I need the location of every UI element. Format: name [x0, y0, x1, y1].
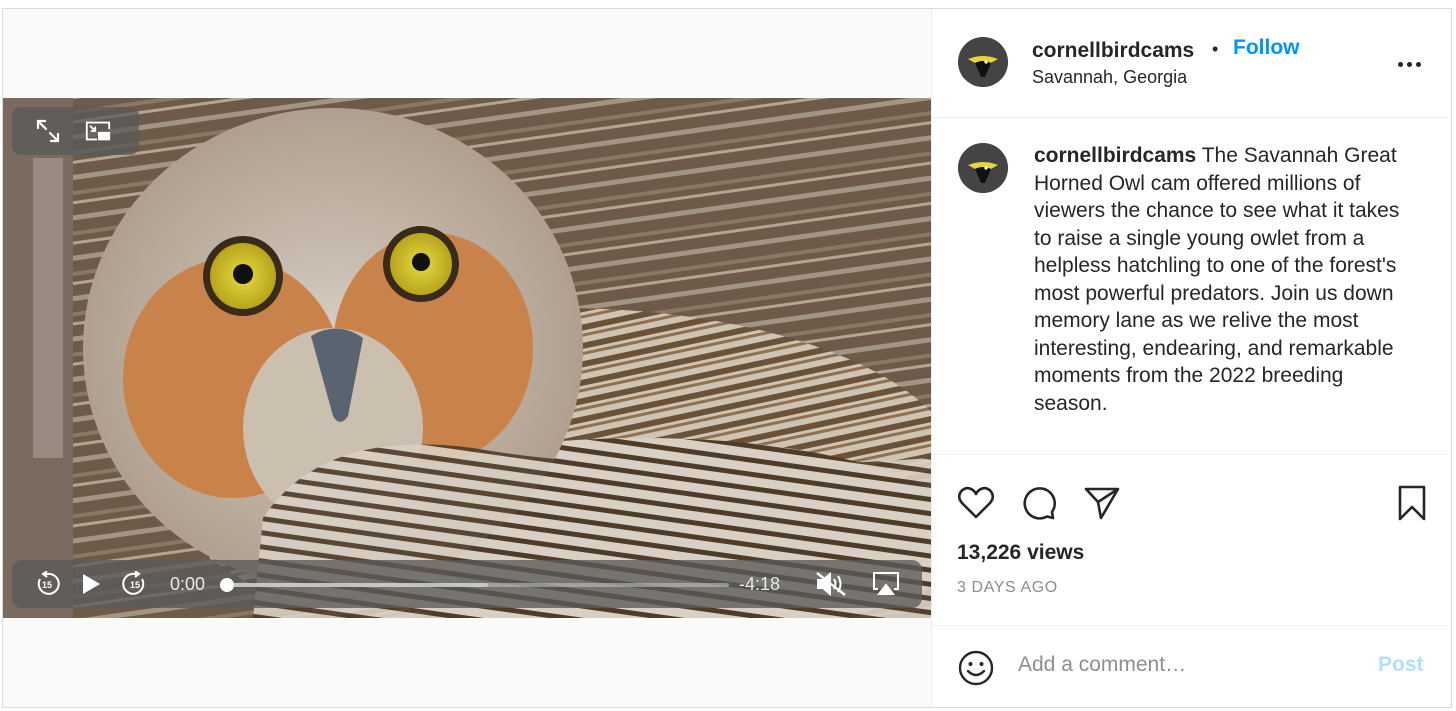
svg-text:15: 15 [130, 580, 140, 590]
airplay-icon[interactable] [872, 570, 900, 598]
instagram-post: 15 15 0:00 -4:18 cornellbirdcams • Follo… [2, 8, 1452, 708]
bookmark-icon[interactable] [1392, 483, 1432, 523]
caption-body: The Savannah Great Horned Owl cam offere… [1034, 144, 1400, 415]
owlet-video-frame [3, 98, 931, 618]
caption-text: cornellbirdcams The Savannah Great Horne… [1034, 142, 1414, 417]
more-options-icon[interactable] [1384, 49, 1434, 79]
location-link[interactable]: Savannah, Georgia [1032, 67, 1187, 88]
caption-avatar[interactable] [958, 143, 1008, 193]
comment-bar: Post [932, 627, 1452, 707]
video-control-bar: 15 15 0:00 -4:18 [12, 560, 922, 608]
caption-username[interactable]: cornellbirdcams [1034, 144, 1196, 167]
svg-text:15: 15 [42, 580, 52, 590]
post-comment-button[interactable]: Post [1378, 653, 1424, 677]
skip-forward-15-icon[interactable]: 15 [121, 570, 149, 598]
cornell-lab-bird-logo-icon [958, 37, 1008, 87]
header-username[interactable]: cornellbirdcams [1032, 39, 1194, 63]
cornell-lab-bird-logo-icon [958, 143, 1008, 193]
actions-section: 13,226 views 3 DAYS AGO [932, 456, 1452, 626]
progress-buffered [227, 583, 489, 587]
current-time: 0:00 [170, 574, 206, 594]
skip-back-15-icon[interactable]: 15 [33, 570, 61, 598]
emoji-smiley-icon[interactable] [958, 650, 994, 686]
progress-scrubber[interactable] [220, 578, 234, 592]
video-top-controls [12, 107, 139, 155]
picture-in-picture-icon[interactable] [84, 117, 112, 145]
comment-bubble-icon[interactable] [1018, 483, 1058, 523]
progress-track[interactable] [227, 583, 729, 587]
media-pane: 15 15 0:00 -4:18 [3, 9, 931, 707]
avatar[interactable] [958, 37, 1008, 87]
share-paper-plane-icon[interactable] [1082, 483, 1122, 523]
comment-input[interactable] [1018, 649, 1348, 681]
post-timestamp[interactable]: 3 DAYS AGO [957, 579, 1058, 597]
dot-separator: • [1212, 39, 1219, 59]
remaining-time: -4:18 [739, 574, 781, 594]
video-player[interactable]: 15 15 0:00 -4:18 [3, 98, 931, 618]
view-count[interactable]: 13,226 views [957, 541, 1084, 565]
muted-speaker-icon[interactable] [814, 570, 850, 598]
fullscreen-icon[interactable] [34, 117, 62, 145]
play-icon[interactable] [77, 570, 105, 598]
post-sidebar: cornellbirdcams • Follow Savannah, Georg… [931, 9, 1452, 707]
heart-icon[interactable] [956, 483, 996, 523]
follow-button[interactable]: Follow [1233, 36, 1300, 60]
post-header: cornellbirdcams • Follow Savannah, Georg… [932, 9, 1452, 118]
caption-section: cornellbirdcams The Savannah Great Horne… [932, 119, 1452, 455]
